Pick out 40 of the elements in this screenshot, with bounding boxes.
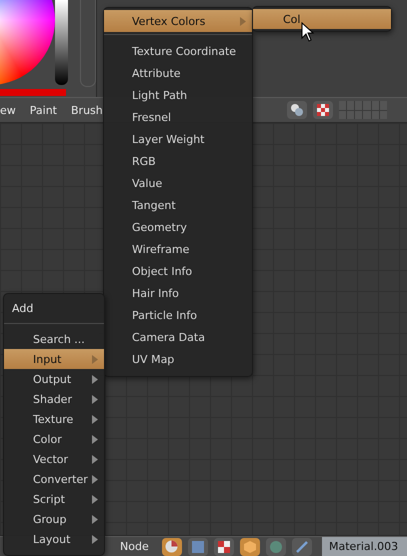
- menu-item[interactable]: Group: [4, 509, 104, 529]
- cube-icon[interactable]: [240, 538, 260, 556]
- menu-item[interactable]: RGB: [104, 150, 252, 172]
- header-menu[interactable]: Node: [120, 540, 156, 553]
- color-swatch: [0, 89, 66, 96]
- menu-item[interactable]: Object Info: [104, 260, 252, 282]
- header-menu[interactable]: ew: [0, 104, 23, 116]
- menu-item[interactable]: Texture Coordinate: [104, 40, 252, 62]
- menu-item[interactable]: Search ...: [4, 329, 104, 349]
- menu-item[interactable]: Wireframe: [104, 238, 252, 260]
- menu-item[interactable]: Col: [253, 9, 391, 29]
- menu-item[interactable]: Fresnel: [104, 106, 252, 128]
- checker-icon[interactable]: [214, 538, 234, 556]
- menu-title: Add: [11, 301, 34, 317]
- menu-item[interactable]: Particle Info: [104, 304, 252, 326]
- checker-cube-icon[interactable]: [313, 101, 333, 119]
- menu-item[interactable]: Vector: [4, 449, 104, 469]
- menu-item[interactable]: Camera Data: [104, 326, 252, 348]
- menu-item[interactable]: Shader: [4, 389, 104, 409]
- menu-item[interactable]: Input: [4, 349, 104, 369]
- menu-item[interactable]: Output: [4, 369, 104, 389]
- menu-item[interactable]: Geometry: [104, 216, 252, 238]
- menu-item[interactable]: Layer Weight: [104, 128, 252, 150]
- menu-item[interactable]: Light Path: [104, 84, 252, 106]
- menu-item[interactable]: Texture: [4, 409, 104, 429]
- header-menu[interactable]: Paint: [22, 104, 64, 116]
- menu-item[interactable]: Hair Info: [104, 282, 252, 304]
- cursor-icon: [301, 22, 315, 42]
- spheres-icon[interactable]: [287, 101, 307, 119]
- material-field[interactable]: Material.003: [322, 537, 407, 556]
- menu-item[interactable]: Script: [4, 489, 104, 509]
- brush-icon[interactable]: [292, 538, 312, 556]
- menu-item[interactable]: Attribute: [104, 62, 252, 84]
- menu-item[interactable]: Tangent: [104, 194, 252, 216]
- menu-item[interactable]: Vertex Colors: [104, 10, 252, 32]
- menu-item[interactable]: Layout: [4, 529, 104, 549]
- menu-item[interactable]: Value: [104, 172, 252, 194]
- menu-item[interactable]: UV Map: [104, 348, 252, 370]
- menu-item[interactable]: Color: [4, 429, 104, 449]
- menu-item[interactable]: Converter: [4, 469, 104, 489]
